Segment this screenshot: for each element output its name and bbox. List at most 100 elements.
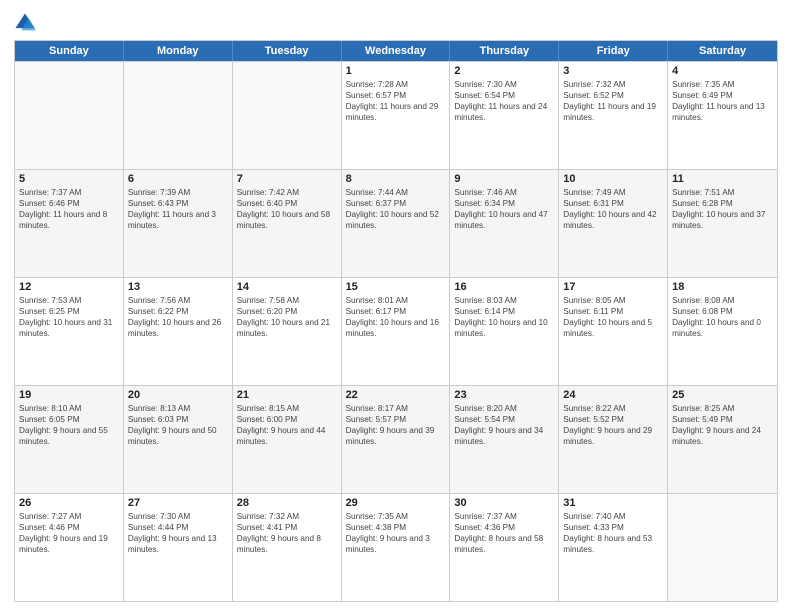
calendar-cell: 9Sunrise: 7:46 AMSunset: 6:34 PMDaylight…	[450, 170, 559, 277]
sunset-text: Sunset: 4:33 PM	[563, 522, 663, 533]
calendar-cell: 6Sunrise: 7:39 AMSunset: 6:43 PMDaylight…	[124, 170, 233, 277]
daylight-text: Daylight: 10 hours and 37 minutes.	[672, 209, 773, 231]
calendar-row-1: 1Sunrise: 7:28 AMSunset: 6:57 PMDaylight…	[15, 61, 777, 169]
day-number: 20	[128, 389, 228, 401]
sunrise-text: Sunrise: 7:58 AM	[237, 295, 337, 306]
daylight-text: Daylight: 11 hours and 24 minutes.	[454, 101, 554, 123]
sunset-text: Sunset: 6:05 PM	[19, 414, 119, 425]
sunrise-text: Sunrise: 8:20 AM	[454, 403, 554, 414]
sunset-text: Sunset: 5:52 PM	[563, 414, 663, 425]
logo-icon	[14, 12, 36, 34]
sunrise-text: Sunrise: 8:10 AM	[19, 403, 119, 414]
sunset-text: Sunset: 6:14 PM	[454, 306, 554, 317]
daylight-text: Daylight: 9 hours and 13 minutes.	[128, 533, 228, 555]
header-day-saturday: Saturday	[668, 41, 777, 61]
daylight-text: Daylight: 11 hours and 3 minutes.	[128, 209, 228, 231]
calendar-cell	[15, 62, 124, 169]
sunrise-text: Sunrise: 7:44 AM	[346, 187, 446, 198]
calendar-cell: 21Sunrise: 8:15 AMSunset: 6:00 PMDayligh…	[233, 386, 342, 493]
sunrise-text: Sunrise: 7:37 AM	[19, 187, 119, 198]
logo	[14, 12, 39, 34]
page: SundayMondayTuesdayWednesdayThursdayFrid…	[0, 0, 792, 612]
calendar-cell: 23Sunrise: 8:20 AMSunset: 5:54 PMDayligh…	[450, 386, 559, 493]
header-day-monday: Monday	[124, 41, 233, 61]
sunset-text: Sunset: 4:44 PM	[128, 522, 228, 533]
calendar-cell: 12Sunrise: 7:53 AMSunset: 6:25 PMDayligh…	[15, 278, 124, 385]
calendar-cell	[124, 62, 233, 169]
calendar-cell: 26Sunrise: 7:27 AMSunset: 4:46 PMDayligh…	[15, 494, 124, 601]
daylight-text: Daylight: 10 hours and 47 minutes.	[454, 209, 554, 231]
daylight-text: Daylight: 9 hours and 34 minutes.	[454, 425, 554, 447]
daylight-text: Daylight: 9 hours and 24 minutes.	[672, 425, 773, 447]
sunset-text: Sunset: 5:54 PM	[454, 414, 554, 425]
sunset-text: Sunset: 6:11 PM	[563, 306, 663, 317]
calendar-body: 1Sunrise: 7:28 AMSunset: 6:57 PMDaylight…	[15, 61, 777, 601]
calendar-cell: 15Sunrise: 8:01 AMSunset: 6:17 PMDayligh…	[342, 278, 451, 385]
day-number: 21	[237, 389, 337, 401]
sunrise-text: Sunrise: 7:40 AM	[563, 511, 663, 522]
header-day-sunday: Sunday	[15, 41, 124, 61]
day-number: 1	[346, 65, 446, 77]
sunrise-text: Sunrise: 8:25 AM	[672, 403, 773, 414]
calendar-cell: 7Sunrise: 7:42 AMSunset: 6:40 PMDaylight…	[233, 170, 342, 277]
daylight-text: Daylight: 8 hours and 53 minutes.	[563, 533, 663, 555]
calendar-row-2: 5 Sunrise: 7:37 AMSunset: 6:46 PM Daylight…	[15, 169, 777, 277]
daylight-text: Daylight: 9 hours and 39 minutes.	[346, 425, 446, 447]
sunset-text: Sunset: 6:22 PM	[128, 306, 228, 317]
day-number: 24	[563, 389, 663, 401]
calendar-cell: 28Sunrise: 7:32 AMSunset: 4:41 PMDayligh…	[233, 494, 342, 601]
daylight-text: Daylight: 9 hours and 50 minutes.	[128, 425, 228, 447]
sunrise-text: Sunrise: 8:13 AM	[128, 403, 228, 414]
sunrise-text: Sunrise: 7:32 AM	[237, 511, 337, 522]
sunset-text: Sunset: 6:52 PM	[563, 90, 663, 101]
day-number: 31	[563, 497, 663, 509]
day-number: 3	[563, 65, 663, 77]
day-number: 14	[237, 281, 337, 293]
calendar-cell: 10Sunrise: 7:49 AMSunset: 6:31 PMDayligh…	[559, 170, 668, 277]
sunrise-text: Sunrise: 7:56 AM	[128, 295, 228, 306]
sunrise-text: Sunrise: 7:46 AM	[454, 187, 554, 198]
sunset-text: Sunset: 6:57 PM	[346, 90, 446, 101]
sunrise-text: Sunrise: 7:30 AM	[128, 511, 228, 522]
calendar-cell: 19Sunrise: 8:10 AMSunset: 6:05 PMDayligh…	[15, 386, 124, 493]
calendar-cell: 24Sunrise: 8:22 AMSunset: 5:52 PMDayligh…	[559, 386, 668, 493]
sunset-text: Sunset: 4:36 PM	[454, 522, 554, 533]
calendar-cell: 13Sunrise: 7:56 AMSunset: 6:22 PMDayligh…	[124, 278, 233, 385]
sunrise-text: Sunrise: 7:28 AM	[346, 79, 446, 90]
sunrise-text: Sunrise: 8:01 AM	[346, 295, 446, 306]
sunrise-text: Sunrise: 7:30 AM	[454, 79, 554, 90]
calendar-cell: 14Sunrise: 7:58 AMSunset: 6:20 PMDayligh…	[233, 278, 342, 385]
day-number: 18	[672, 281, 773, 293]
sunset-text: Sunset: 6:43 PM	[128, 198, 228, 209]
calendar-cell: 11Sunrise: 7:51 AMSunset: 6:28 PMDayligh…	[668, 170, 777, 277]
calendar-row-3: 12Sunrise: 7:53 AMSunset: 6:25 PMDayligh…	[15, 277, 777, 385]
day-number: 5	[19, 173, 119, 185]
sunrise-text: Sunrise: 8:05 AM	[563, 295, 663, 306]
daylight-text: Daylight: 11 hours and 13 minutes.	[672, 101, 773, 123]
daylight-text: Daylight: 9 hours and 29 minutes.	[563, 425, 663, 447]
calendar-cell: 27Sunrise: 7:30 AMSunset: 4:44 PMDayligh…	[124, 494, 233, 601]
header-day-wednesday: Wednesday	[342, 41, 451, 61]
day-number: 28	[237, 497, 337, 509]
sunrise-text: Sunrise: 8:17 AM	[346, 403, 446, 414]
sunset-text: Sunset: 6:46 PM	[19, 198, 119, 209]
daylight-text: Daylight: 10 hours and 16 minutes.	[346, 317, 446, 339]
sunset-text: Sunset: 6:28 PM	[672, 198, 773, 209]
daylight-text: Daylight: 10 hours and 52 minutes.	[346, 209, 446, 231]
sunset-text: Sunset: 6:34 PM	[454, 198, 554, 209]
calendar-cell	[233, 62, 342, 169]
daylight-text: Daylight: 10 hours and 0 minutes.	[672, 317, 773, 339]
daylight-text: Daylight: 11 hours and 29 minutes.	[346, 101, 446, 123]
daylight-text: Daylight: 9 hours and 19 minutes.	[19, 533, 119, 555]
day-number: 12	[19, 281, 119, 293]
header	[14, 12, 778, 34]
calendar-cell: 3Sunrise: 7:32 AMSunset: 6:52 PMDaylight…	[559, 62, 668, 169]
sunrise-text: Sunrise: 7:27 AM	[19, 511, 119, 522]
sunrise-text: Sunrise: 7:51 AM	[672, 187, 773, 198]
sunset-text: Sunset: 6:49 PM	[672, 90, 773, 101]
calendar-cell: 4Sunrise: 7:35 AMSunset: 6:49 PMDaylight…	[668, 62, 777, 169]
daylight-text: Daylight: 9 hours and 44 minutes.	[237, 425, 337, 447]
day-number: 2	[454, 65, 554, 77]
calendar-cell: 22Sunrise: 8:17 AMSunset: 5:57 PMDayligh…	[342, 386, 451, 493]
daylight-text: Daylight: 8 hours and 58 minutes.	[454, 533, 554, 555]
